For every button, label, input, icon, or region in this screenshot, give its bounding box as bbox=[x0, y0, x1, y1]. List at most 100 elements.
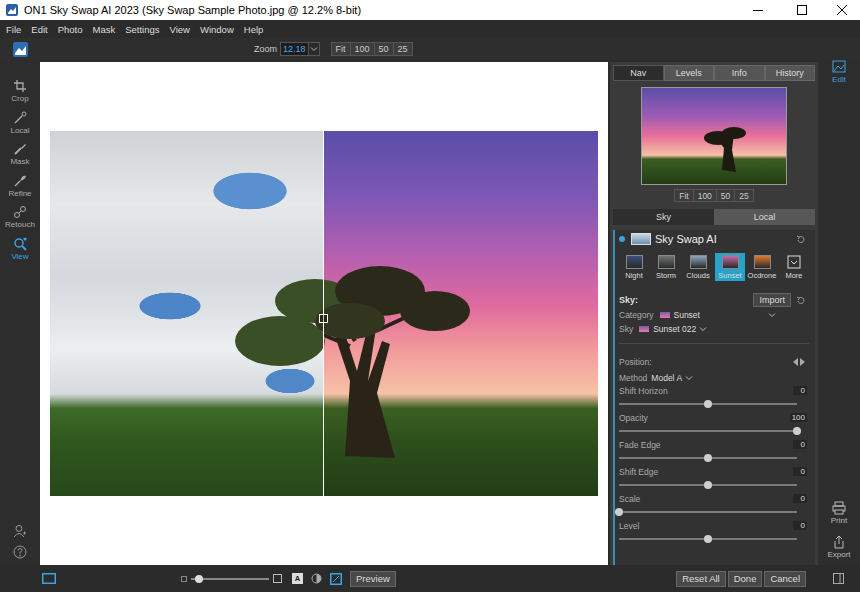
zoom-button[interactable]: 50 bbox=[375, 42, 394, 56]
navigator-thumbnail[interactable] bbox=[641, 87, 787, 185]
preview-button[interactable]: Preview bbox=[350, 571, 396, 587]
toolbar: Zoom12.18Fit1005025 bbox=[0, 38, 860, 60]
compare-icon[interactable] bbox=[330, 573, 342, 585]
sky-preset[interactable]: Night bbox=[619, 253, 649, 281]
slider-knob[interactable] bbox=[704, 535, 712, 543]
method-dropdown[interactable]: MethodModel A bbox=[619, 371, 809, 384]
split-divider[interactable] bbox=[323, 131, 324, 496]
zoom-button[interactable]: 25 bbox=[394, 42, 413, 56]
sky-heading: Sky: bbox=[619, 295, 638, 305]
mode-tab[interactable]: Sky bbox=[613, 209, 714, 225]
slider-value[interactable]: 0 bbox=[793, 440, 807, 449]
tool-button[interactable]: Mask bbox=[10, 142, 29, 174]
slider-track[interactable] bbox=[619, 397, 797, 411]
zoom-button[interactable]: 100 bbox=[351, 42, 375, 56]
slider-knob[interactable] bbox=[615, 508, 623, 516]
menu-item[interactable]: File bbox=[1, 24, 26, 35]
overlay-button[interactable]: A bbox=[292, 573, 303, 584]
close-button[interactable] bbox=[824, 0, 860, 20]
retouch-tool-icon bbox=[13, 205, 27, 219]
zoom-dropdown[interactable] bbox=[309, 42, 320, 56]
sky-dropdown[interactable]: SkySunset 022 bbox=[619, 322, 809, 335]
slider-value[interactable]: 0 bbox=[793, 386, 807, 395]
info-tab[interactable]: Levels bbox=[664, 65, 715, 81]
slider-knob[interactable] bbox=[793, 427, 801, 435]
slider-row: Fade Edge0 bbox=[619, 438, 809, 451]
category-dropdown[interactable]: CategorySunset bbox=[619, 308, 809, 321]
sky-preset[interactable]: Clouds bbox=[683, 253, 713, 281]
photo-preview[interactable] bbox=[50, 131, 598, 496]
panel-toggle-icon[interactable] bbox=[833, 573, 844, 584]
menu-item[interactable]: Settings bbox=[120, 24, 164, 35]
menu-item[interactable]: Photo bbox=[53, 24, 88, 35]
zoom-button[interactable]: 100 bbox=[694, 189, 717, 202]
slider-track[interactable] bbox=[619, 532, 797, 546]
slider-value[interactable]: 0 bbox=[793, 494, 807, 503]
mask-icon[interactable] bbox=[311, 573, 322, 584]
slider-knob[interactable] bbox=[195, 575, 203, 583]
app-icon bbox=[6, 4, 18, 16]
maximize-button[interactable] bbox=[780, 0, 824, 20]
action-button[interactable]: Reset All bbox=[676, 571, 726, 587]
slider-knob[interactable] bbox=[704, 400, 712, 408]
module-bar: Edit Print Export bbox=[818, 60, 860, 565]
large-square-icon bbox=[273, 574, 282, 583]
sky-flag-icon bbox=[639, 326, 649, 332]
enable-toggle[interactable] bbox=[619, 236, 625, 242]
sky-icon bbox=[631, 233, 651, 245]
zoom-field[interactable]: 12.18 bbox=[280, 42, 309, 56]
info-tab[interactable]: History bbox=[765, 65, 816, 81]
info-tab[interactable]: Nav bbox=[613, 65, 664, 81]
info-tab[interactable]: Info bbox=[714, 65, 765, 81]
help-icon[interactable] bbox=[13, 545, 27, 559]
slider-track[interactable] bbox=[619, 424, 797, 438]
zoom-button[interactable]: Fit bbox=[674, 189, 693, 202]
slider-track[interactable] bbox=[191, 574, 269, 584]
slider-track[interactable] bbox=[619, 505, 797, 519]
zoom-button[interactable]: 50 bbox=[717, 189, 735, 202]
module-title: Sky Swap AI bbox=[655, 233, 717, 245]
slider-value[interactable]: 0 bbox=[793, 521, 807, 530]
action-button[interactable]: Done bbox=[728, 571, 763, 587]
tool-button[interactable]: View bbox=[11, 237, 28, 269]
slider-track[interactable] bbox=[619, 478, 797, 492]
zoom-button[interactable]: 25 bbox=[735, 189, 753, 202]
slider-knob[interactable] bbox=[704, 454, 712, 462]
title-bar: ON1 Sky Swap AI 2023 (Sky Swap Sample Ph… bbox=[0, 0, 860, 20]
reset-icon[interactable] bbox=[796, 296, 805, 305]
tool-button[interactable]: Crop bbox=[11, 79, 28, 111]
slider-knob[interactable] bbox=[704, 481, 712, 489]
module-button[interactable]: Print bbox=[831, 501, 847, 525]
import-button[interactable]: Import bbox=[753, 293, 791, 307]
split-handle[interactable] bbox=[319, 314, 328, 323]
action-button[interactable]: Cancel bbox=[764, 571, 806, 587]
slider-value[interactable]: 0 bbox=[793, 467, 807, 476]
tool-button[interactable]: Refine bbox=[8, 174, 31, 206]
menu-item[interactable]: Mask bbox=[88, 24, 121, 35]
info-tabs: NavLevelsInfoHistory bbox=[613, 65, 815, 81]
module-button[interactable]: Edit bbox=[832, 60, 846, 84]
sky-preset[interactable]: Storm bbox=[651, 253, 681, 281]
slider-track[interactable] bbox=[619, 451, 797, 465]
reset-icon[interactable] bbox=[796, 235, 805, 244]
account-icon[interactable] bbox=[13, 524, 27, 538]
menu-item[interactable]: Edit bbox=[26, 24, 52, 35]
sky-preset[interactable]: Sunset bbox=[715, 253, 745, 281]
canvas bbox=[40, 62, 608, 565]
minimize-button[interactable] bbox=[736, 0, 780, 20]
position-arrows-icon[interactable] bbox=[793, 358, 805, 366]
menu-item[interactable]: Help bbox=[239, 24, 269, 35]
sky-preset[interactable]: Ocdrone bbox=[747, 253, 777, 281]
single-view-icon[interactable] bbox=[42, 573, 56, 584]
sky-presets: NightStormCloudsSunsetOcdroneMore bbox=[619, 253, 809, 281]
slider-value[interactable]: 100 bbox=[790, 413, 807, 422]
sky-preset[interactable]: More bbox=[779, 253, 809, 281]
mode-tab[interactable]: Local bbox=[714, 209, 815, 225]
menu-item[interactable]: Window bbox=[195, 24, 239, 35]
tool-button[interactable]: Local bbox=[10, 111, 29, 143]
crop-tool-icon bbox=[13, 79, 27, 93]
tool-button[interactable]: Retouch bbox=[5, 205, 35, 237]
menu-item[interactable]: View bbox=[165, 24, 195, 35]
module-button[interactable]: Export bbox=[827, 535, 850, 559]
zoom-button[interactable]: Fit bbox=[331, 42, 351, 56]
